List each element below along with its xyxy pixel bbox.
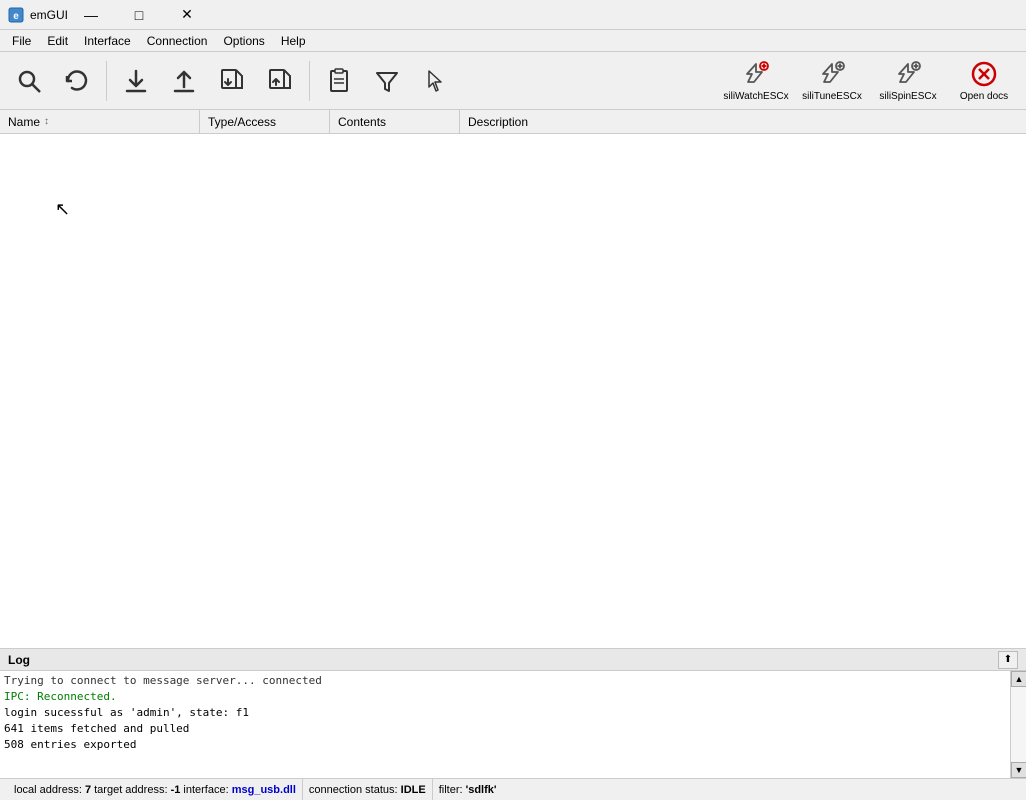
open-docs-label: Open docs	[960, 91, 1008, 102]
log-line-2: IPC: Reconnected.	[4, 689, 1006, 705]
sili-tune-esc-label: siliTuneESCx	[802, 91, 862, 102]
log-body[interactable]: Trying to connect to message server... c…	[0, 671, 1010, 778]
scroll-up-button[interactable]: ▲	[1011, 671, 1026, 687]
local-address-value: 7	[85, 784, 91, 796]
filter-value: 'sdlfk'	[466, 784, 497, 796]
target-address-value: -1	[171, 784, 181, 796]
upload-button[interactable]	[161, 57, 207, 105]
window-controls: — □ ✕	[68, 0, 210, 30]
close-button[interactable]: ✕	[164, 0, 210, 30]
maximize-button[interactable]: □	[116, 0, 162, 30]
svg-text:e: e	[13, 11, 19, 22]
status-filter: filter: 'sdlfk'	[433, 779, 503, 800]
target-address-label: target address:	[94, 784, 167, 796]
log-header: Log ⬆	[0, 649, 1026, 671]
connection-value: IDLE	[401, 784, 426, 796]
minimize-button[interactable]: —	[68, 0, 114, 30]
log-scrollbar: ▲ ▼	[1010, 671, 1026, 778]
log-expand-button[interactable]: ⬆	[998, 651, 1018, 669]
upload-file-button[interactable]	[257, 57, 303, 105]
pointer-button[interactable]	[412, 57, 458, 105]
clipboard-button[interactable]	[316, 57, 362, 105]
sili-tune-esc-button[interactable]: siliTuneESCx	[796, 55, 868, 107]
sort-arrow-name: ↕	[44, 116, 49, 127]
menu-connection[interactable]: Connection	[139, 30, 216, 51]
sili-watch-esc-button[interactable]: siliWatchESCx	[720, 55, 792, 107]
table-header: Name ↕ Type/Access Contents Description	[0, 110, 1026, 134]
app-icon: e	[8, 7, 24, 23]
scroll-track[interactable]	[1011, 687, 1026, 762]
status-connection: connection status: IDLE	[303, 779, 433, 800]
status-bar: local address: 7 target address: -1 inte…	[0, 778, 1026, 800]
log-line-1: Trying to connect to message server... c…	[4, 673, 1006, 689]
menu-file[interactable]: File	[4, 30, 39, 51]
open-docs-button[interactable]: Open docs	[948, 55, 1020, 107]
toolbar: siliWatchESCx siliTuneESCx siliSpinESCx	[0, 52, 1026, 110]
main-content: ↖	[0, 134, 1026, 648]
download-button[interactable]	[113, 57, 159, 105]
menu-edit[interactable]: Edit	[39, 30, 76, 51]
menu-help[interactable]: Help	[273, 30, 314, 51]
separator-2	[309, 61, 310, 101]
col-header-description[interactable]: Description	[460, 110, 1026, 133]
interface-label: interface:	[183, 784, 228, 796]
sili-watch-esc-label: siliWatchESCx	[723, 91, 788, 102]
col-header-type[interactable]: Type/Access	[200, 110, 330, 133]
scroll-down-button[interactable]: ▼	[1011, 762, 1026, 778]
interface-value: msg_usb.dll	[232, 784, 296, 796]
sili-spin-esc-button[interactable]: siliSpinESCx	[872, 55, 944, 107]
menu-interface[interactable]: Interface	[76, 30, 139, 51]
col-header-name[interactable]: Name ↕	[0, 110, 200, 133]
log-line-4: 641 items fetched and pulled	[4, 721, 1006, 737]
cursor-indicator: ↖	[55, 199, 70, 220]
refresh-button[interactable]	[54, 57, 100, 105]
separator-1	[106, 61, 107, 101]
log-section: Log ⬆ Trying to connect to message serve…	[0, 648, 1026, 778]
sili-spin-esc-label: siliSpinESCx	[879, 91, 936, 102]
col-header-contents[interactable]: Contents	[330, 110, 460, 133]
download-file-button[interactable]	[209, 57, 255, 105]
search-button[interactable]	[6, 57, 52, 105]
filter-button[interactable]	[364, 57, 410, 105]
window-title: emGUI	[30, 8, 68, 22]
right-tools: siliWatchESCx siliTuneESCx siliSpinESCx	[720, 55, 1020, 107]
filter-label: filter:	[439, 784, 463, 796]
menu-options[interactable]: Options	[215, 30, 272, 51]
status-local-address: local address: 7 target address: -1 inte…	[8, 779, 303, 800]
title-bar: e emGUI — □ ✕	[0, 0, 1026, 30]
connection-label: connection status:	[309, 784, 398, 796]
menu-bar: File Edit Interface Connection Options H…	[0, 30, 1026, 52]
log-line-5: 508 entries exported	[4, 737, 1006, 753]
local-address-label: local address:	[14, 784, 82, 796]
log-line-3: login sucessful as 'admin', state: f1	[4, 705, 1006, 721]
log-title: Log	[8, 653, 30, 667]
